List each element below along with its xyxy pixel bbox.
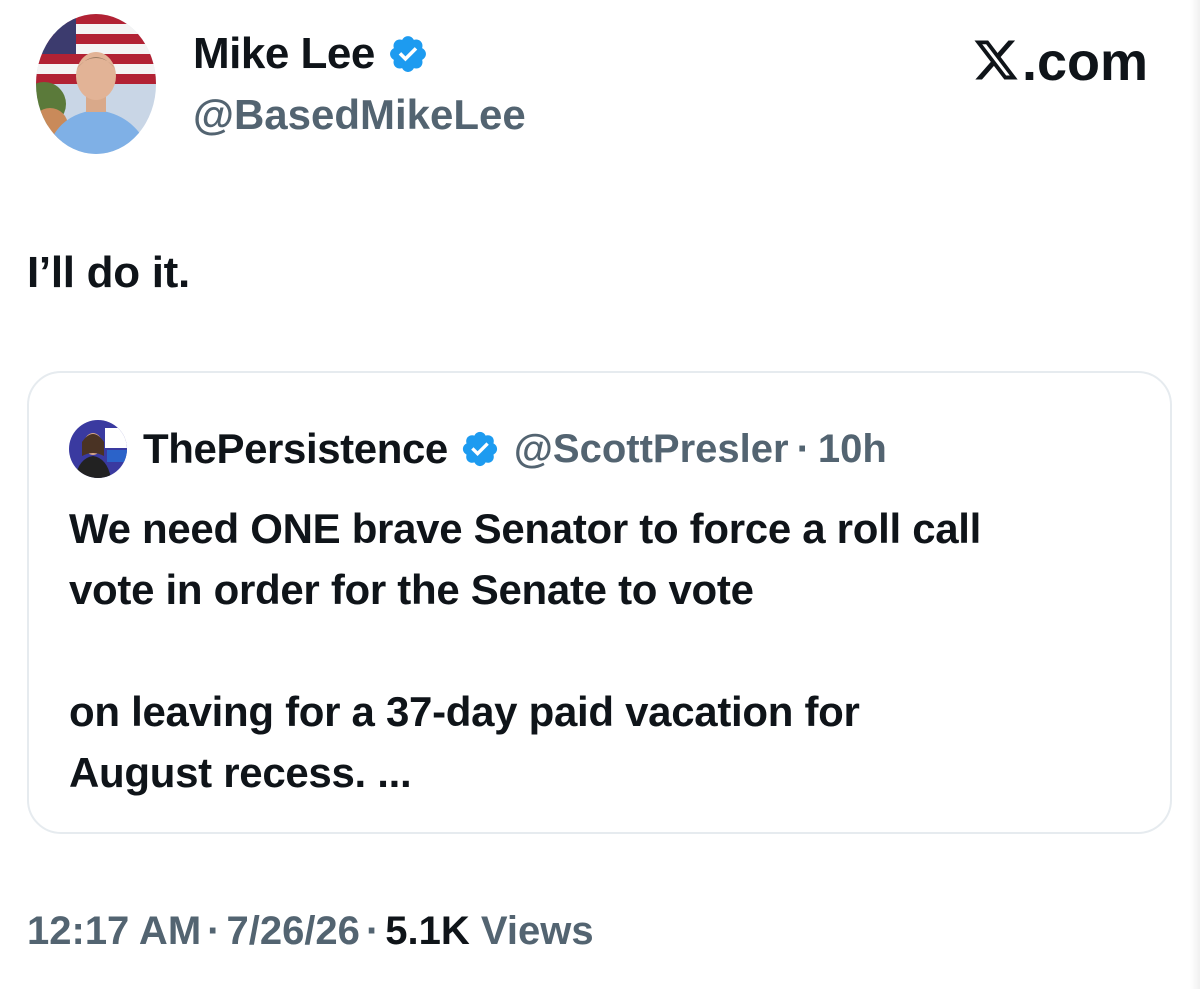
quoted-author-handle[interactable]: @ScottPresler <box>514 427 789 472</box>
author-name[interactable]: Mike Lee <box>193 28 375 80</box>
quoted-body-line: on leaving for a 37-day paid vacation fo… <box>69 688 860 735</box>
quoted-tweet-body: We need ONE brave Senator to force a rol… <box>69 498 1149 803</box>
author-avatar[interactable] <box>36 14 156 154</box>
quoted-body-line: August recess. ... <box>69 749 412 796</box>
x-logo-icon <box>972 36 1020 84</box>
quoted-tweet-header: ThePersistence @ScottPresler · 10h <box>69 419 887 479</box>
quoted-body-line: vote in order for the Senate to vote <box>69 566 754 613</box>
tweet-text: I’ll do it. <box>27 248 190 297</box>
quoted-body-line: We need ONE brave Senator to force a rol… <box>69 505 982 552</box>
quoted-tweet-card[interactable]: ThePersistence @ScottPresler · 10h We ne… <box>27 371 1172 834</box>
quoted-author-avatar[interactable] <box>69 420 127 478</box>
x-logo-suffix: .com <box>1021 32 1148 92</box>
quoted-separator: · <box>796 426 810 471</box>
author-handle[interactable]: @BasedMikeLee <box>193 90 526 140</box>
verified-badge-icon[interactable] <box>387 33 429 75</box>
meta-separator: · <box>207 909 221 953</box>
author-name-row: Mike Lee <box>193 28 429 80</box>
meta-separator: · <box>365 909 380 953</box>
views-label: Views <box>480 909 594 953</box>
tweet-date[interactable]: 7/26/26 <box>226 909 359 953</box>
tweet-meta: 12:17 AM · 7/26/26 · 5.1K Views <box>27 906 594 956</box>
views-count: 5.1K <box>385 909 470 953</box>
x-logo: .com <box>972 32 1148 92</box>
quoted-timestamp[interactable]: 10h <box>818 427 887 472</box>
edge-shadow <box>1190 0 1200 989</box>
quoted-author-name[interactable]: ThePersistence <box>143 425 448 473</box>
tweet-time[interactable]: 12:17 AM <box>27 909 201 953</box>
quoted-verified-badge-icon <box>460 429 500 469</box>
